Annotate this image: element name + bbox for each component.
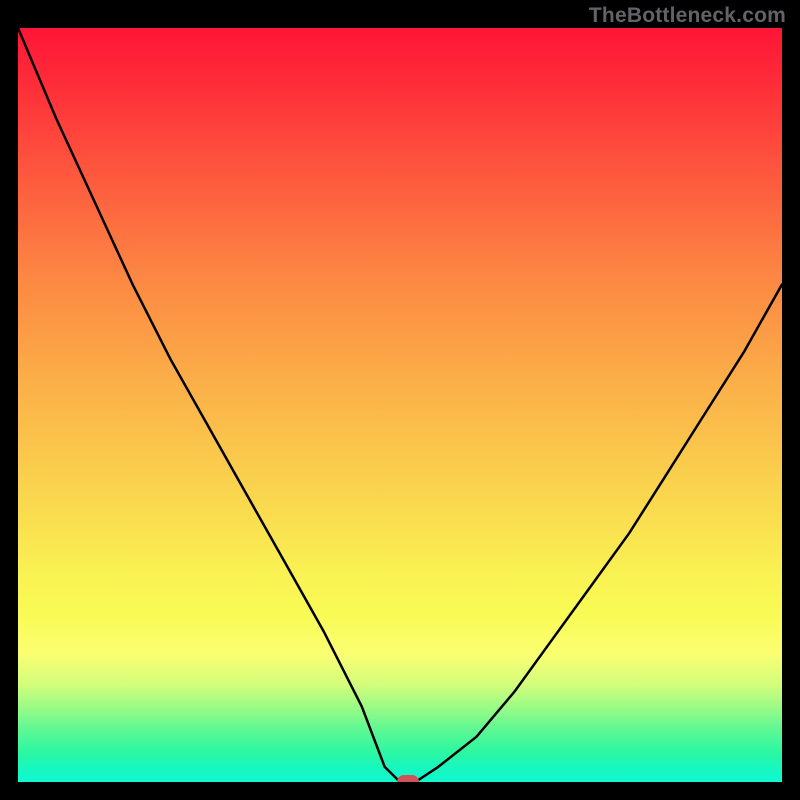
- curve-layer: [18, 28, 782, 782]
- optimal-point-marker: [397, 775, 419, 782]
- chart-frame: TheBottleneck.com: [0, 0, 800, 800]
- plot-area: [18, 28, 782, 782]
- watermark-text: TheBottleneck.com: [589, 4, 786, 28]
- bottleneck-curve: [18, 28, 782, 782]
